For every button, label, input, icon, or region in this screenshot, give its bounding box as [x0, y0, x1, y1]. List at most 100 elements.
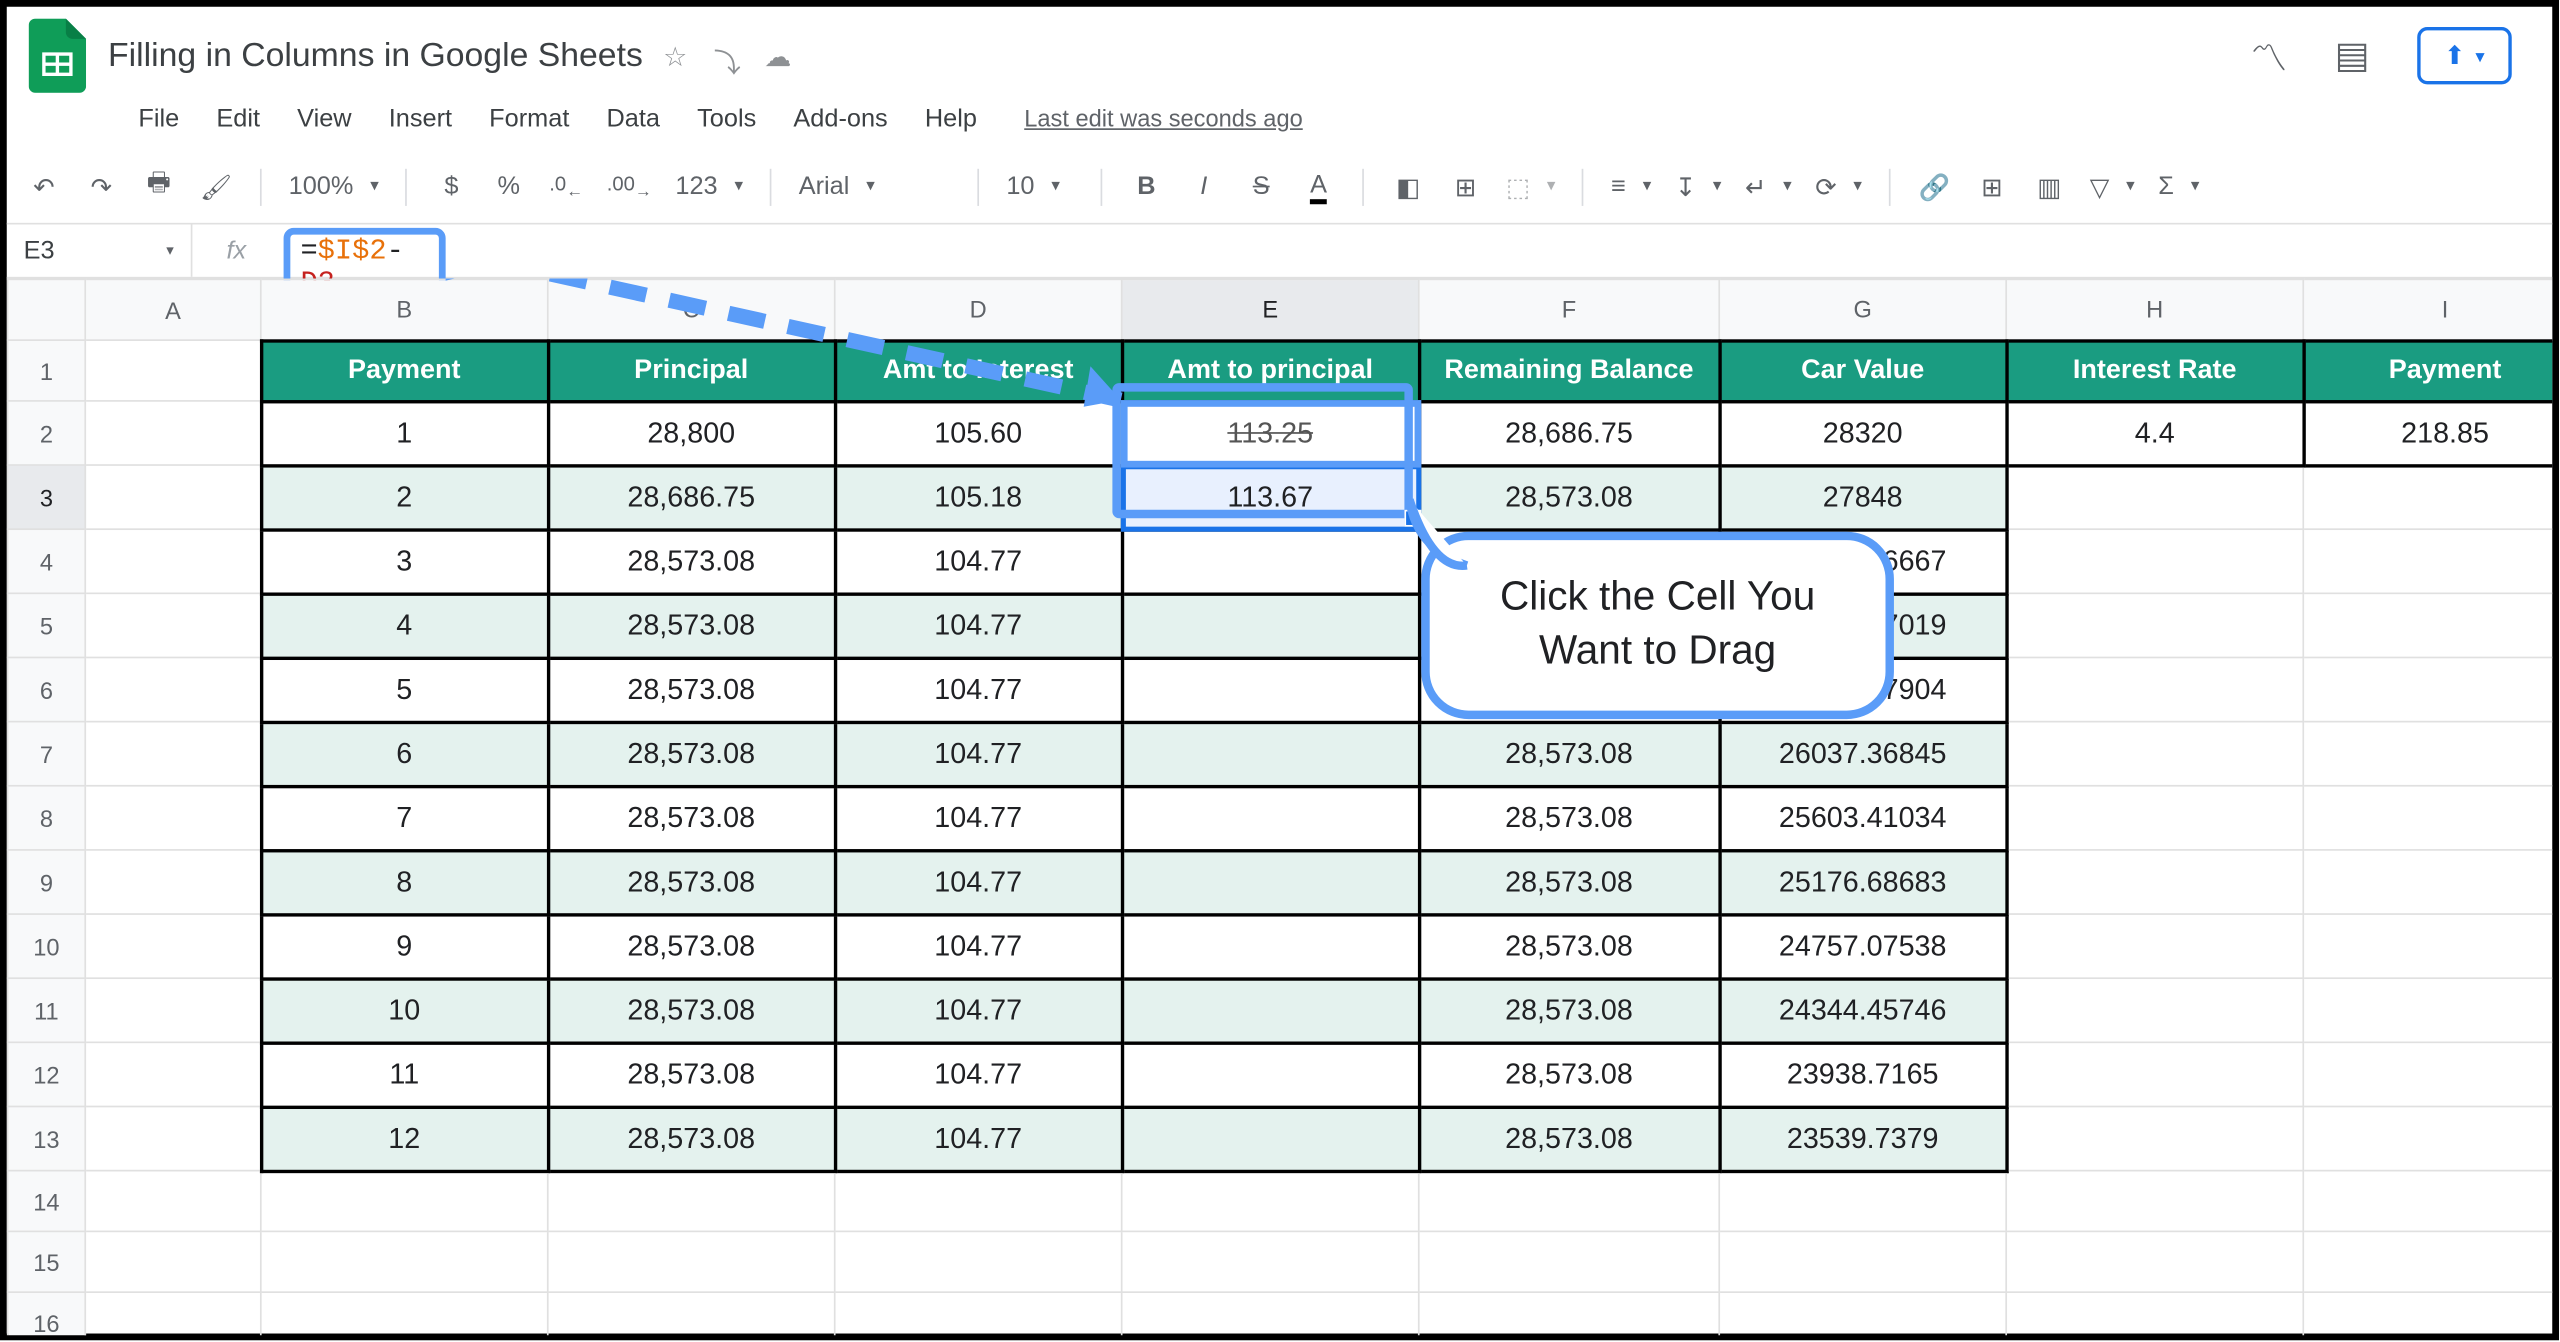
col-header-F[interactable]: F [1419, 279, 1719, 340]
cell[interactable]: 23938.7165 [1719, 1042, 2006, 1106]
strike-icon[interactable]: S [1244, 166, 1278, 207]
header-cell[interactable]: Remaining Balance [1419, 340, 1719, 401]
cell[interactable] [1719, 1231, 2006, 1292]
link-icon[interactable]: 🔗 [1918, 166, 1952, 207]
cell[interactable]: 25603.41034 [1719, 786, 2006, 850]
cell[interactable]: 28320 [1719, 401, 2006, 465]
cell[interactable]: 28,573.08 [548, 1042, 835, 1106]
header-cell[interactable]: Payment [261, 340, 548, 401]
cell[interactable]: 28,573.08 [548, 529, 835, 593]
row-header[interactable]: 15 [8, 1231, 86, 1292]
cell[interactable]: 6 [261, 722, 548, 786]
cell[interactable] [85, 722, 261, 786]
cell[interactable] [2006, 914, 2303, 978]
cell[interactable] [1122, 722, 1419, 786]
row-header[interactable]: 8 [8, 786, 86, 850]
col-header-G[interactable]: G [1719, 279, 2006, 340]
cell[interactable]: 27848 [1719, 465, 2006, 529]
menu-tools[interactable]: Tools [680, 98, 773, 140]
cell[interactable]: 28,573.08 [548, 914, 835, 978]
cell[interactable] [2006, 1231, 2303, 1292]
cell[interactable] [85, 1231, 261, 1292]
cell[interactable]: 28,573.08 [1419, 914, 1719, 978]
cell[interactable] [85, 529, 261, 593]
cell[interactable] [85, 593, 261, 657]
cell[interactable] [2303, 786, 2552, 850]
cell[interactable] [85, 401, 261, 465]
row-header[interactable]: 13 [8, 1106, 86, 1170]
cell[interactable]: 28,573.08 [548, 978, 835, 1042]
cell[interactable]: 2 [261, 465, 548, 529]
currency-button[interactable]: $ [435, 166, 469, 207]
row-header[interactable]: 6 [8, 657, 86, 721]
activity-icon[interactable]: 〽 [2250, 29, 2287, 83]
menu-data[interactable]: Data [590, 98, 677, 140]
font-dropdown[interactable]: Arial [799, 172, 951, 201]
cell[interactable]: 218.85 [2303, 401, 2552, 465]
cell[interactable]: 3 [261, 529, 548, 593]
row-header[interactable]: 5 [8, 593, 86, 657]
cell[interactable] [1419, 1292, 1719, 1335]
cell[interactable] [1419, 1231, 1719, 1292]
cell[interactable]: 4 [261, 593, 548, 657]
cell[interactable]: 28,573.08 [1419, 786, 1719, 850]
cell[interactable]: 28,686.75 [548, 465, 835, 529]
cell[interactable] [1419, 1171, 1719, 1232]
cell[interactable]: 28,573.08 [548, 593, 835, 657]
cell[interactable]: 104.77 [835, 529, 1122, 593]
cell[interactable]: 5 [261, 657, 548, 721]
col-header-H[interactable]: H [2006, 279, 2303, 340]
cell[interactable] [2303, 978, 2552, 1042]
redo-icon[interactable]: ↷ [84, 166, 118, 207]
cell[interactable] [85, 1106, 261, 1170]
cell[interactable] [835, 1231, 1122, 1292]
functions-dropdown[interactable]: Σ [2158, 172, 2199, 201]
row-header[interactable]: 16 [8, 1292, 86, 1335]
cell[interactable] [1122, 1292, 1419, 1335]
cell[interactable] [1719, 1292, 2006, 1335]
cell-E2[interactable]: 113.25 [1122, 401, 1419, 465]
text-color-icon[interactable]: A [1302, 166, 1336, 207]
col-header-E[interactable]: E [1122, 279, 1419, 340]
cell[interactable] [2006, 1171, 2303, 1232]
cell[interactable]: 23539.7379 [1719, 1106, 2006, 1170]
comment-insert-icon[interactable]: ⊞ [1975, 166, 2009, 207]
cell[interactable] [85, 786, 261, 850]
wrap-dropdown[interactable]: ↵ [1745, 171, 1792, 201]
menu-file[interactable]: File [122, 98, 197, 140]
cell[interactable]: 11 [261, 1042, 548, 1106]
header-cell[interactable]: Car Value [1719, 340, 2006, 401]
cell[interactable] [1719, 1171, 2006, 1232]
cell[interactable] [85, 657, 261, 721]
menu-view[interactable]: View [280, 98, 368, 140]
v-align-dropdown[interactable]: ↧ [1675, 171, 1722, 201]
header-cell[interactable]: Amt to principal [1122, 340, 1419, 401]
cell[interactable] [1122, 914, 1419, 978]
decrease-decimal-button[interactable]: .0← [549, 166, 583, 207]
increase-decimal-button[interactable]: .00→ [607, 166, 652, 207]
cell[interactable] [261, 1231, 548, 1292]
row-header[interactable]: 3 [8, 465, 86, 529]
filter-dropdown[interactable]: ▽ [2090, 171, 2135, 201]
print-icon[interactable]: 🖶 [142, 166, 176, 207]
cell[interactable]: 28,573.08 [548, 850, 835, 914]
spreadsheet-grid[interactable]: A B C D E F G H I 1 Payment Principal Am… [7, 279, 2553, 1336]
menu-help[interactable]: Help [908, 98, 994, 140]
cell[interactable]: 28,573.08 [1419, 1042, 1719, 1106]
star-icon[interactable]: ☆ [663, 41, 693, 71]
cell[interactable] [2006, 850, 2303, 914]
cell[interactable] [2006, 722, 2303, 786]
cell[interactable]: 104.77 [835, 1042, 1122, 1106]
cell[interactable]: 104.77 [835, 657, 1122, 721]
cell[interactable]: 28,573.08 [548, 722, 835, 786]
cell[interactable] [85, 914, 261, 978]
cell[interactable]: 7 [261, 786, 548, 850]
cell[interactable] [2303, 657, 2552, 721]
cell[interactable] [835, 1171, 1122, 1232]
cell[interactable]: 104.77 [835, 722, 1122, 786]
cell[interactable]: 24757.07538 [1719, 914, 2006, 978]
cell[interactable] [2303, 1171, 2552, 1232]
cell[interactable] [1122, 529, 1419, 593]
cell[interactable] [85, 465, 261, 529]
row-header[interactable]: 7 [8, 722, 86, 786]
